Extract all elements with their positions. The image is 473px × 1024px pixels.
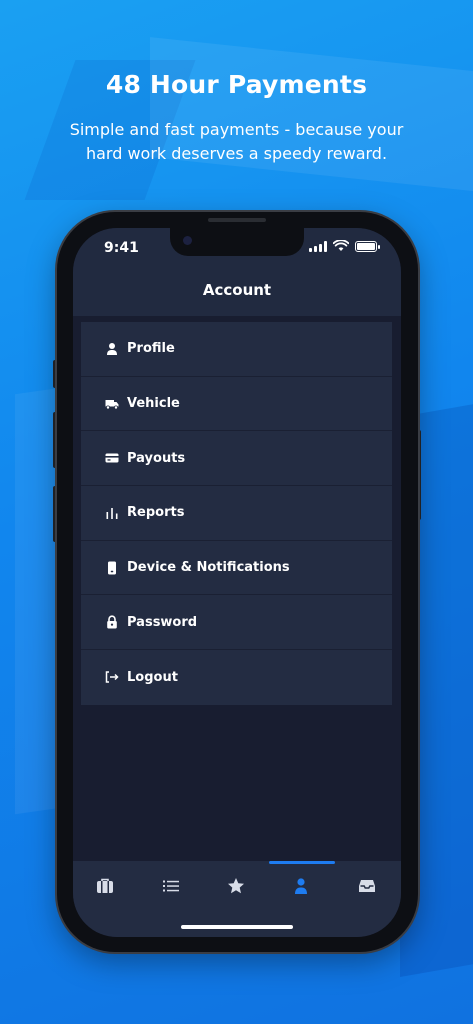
battery-icon bbox=[355, 240, 380, 252]
menu-item-label: Payouts bbox=[127, 450, 186, 466]
menu-item-label: Reports bbox=[127, 505, 185, 521]
tab-favorites[interactable] bbox=[224, 875, 248, 897]
menu-item-logout[interactable]: Logout bbox=[81, 650, 392, 705]
background-shape bbox=[150, 37, 473, 193]
camera-icon bbox=[183, 236, 192, 245]
menu-item-label: Vehicle bbox=[127, 396, 180, 412]
home-indicator bbox=[181, 925, 293, 929]
cellular-signal-icon bbox=[309, 240, 327, 252]
account-menu: Profile Vehicle Payouts Reports Device &… bbox=[81, 322, 392, 705]
menu-item-password[interactable]: Password bbox=[81, 595, 392, 651]
page-title: Account bbox=[202, 281, 272, 299]
lock-icon bbox=[105, 615, 119, 629]
phone-screen: 9:41 Account Profile Vehicle Payouts Rep… bbox=[73, 228, 401, 937]
star-icon bbox=[228, 878, 244, 894]
menu-item-label: Logout bbox=[127, 669, 178, 685]
menu-item-label: Profile bbox=[127, 341, 175, 357]
menu-item-reports[interactable]: Reports bbox=[81, 486, 392, 541]
menu-item-device-notifications[interactable]: Device & Notifications bbox=[81, 541, 392, 596]
tab-jobs[interactable] bbox=[93, 875, 117, 897]
status-time: 9:41 bbox=[104, 240, 139, 256]
credit-card-icon bbox=[105, 451, 119, 465]
menu-item-label: Device & Notifications bbox=[127, 560, 290, 576]
logout-icon bbox=[105, 670, 119, 684]
status-icons bbox=[309, 240, 380, 252]
menu-item-payouts[interactable]: Payouts bbox=[81, 431, 392, 487]
truck-icon bbox=[105, 397, 119, 411]
inbox-icon bbox=[359, 880, 375, 892]
active-tab-indicator bbox=[269, 861, 335, 864]
list-icon bbox=[163, 880, 179, 892]
menu-item-profile[interactable]: Profile bbox=[81, 322, 392, 377]
briefcase-icon bbox=[97, 878, 113, 893]
tab-list[interactable] bbox=[159, 875, 183, 897]
menu-item-vehicle[interactable]: Vehicle bbox=[81, 377, 392, 432]
wifi-icon bbox=[333, 240, 349, 251]
hero-subtitle: Simple and fast payments - because your … bbox=[69, 120, 404, 163]
person-icon bbox=[105, 342, 119, 356]
hero-title: 48 Hour Payments bbox=[105, 70, 368, 99]
mobile-device-icon bbox=[105, 561, 119, 575]
person-icon bbox=[295, 878, 307, 894]
tab-account[interactable] bbox=[289, 875, 313, 897]
menu-item-label: Password bbox=[127, 614, 198, 630]
bar-chart-icon bbox=[105, 506, 119, 520]
phone-speaker bbox=[208, 218, 266, 222]
tab-inbox[interactable] bbox=[355, 875, 379, 897]
